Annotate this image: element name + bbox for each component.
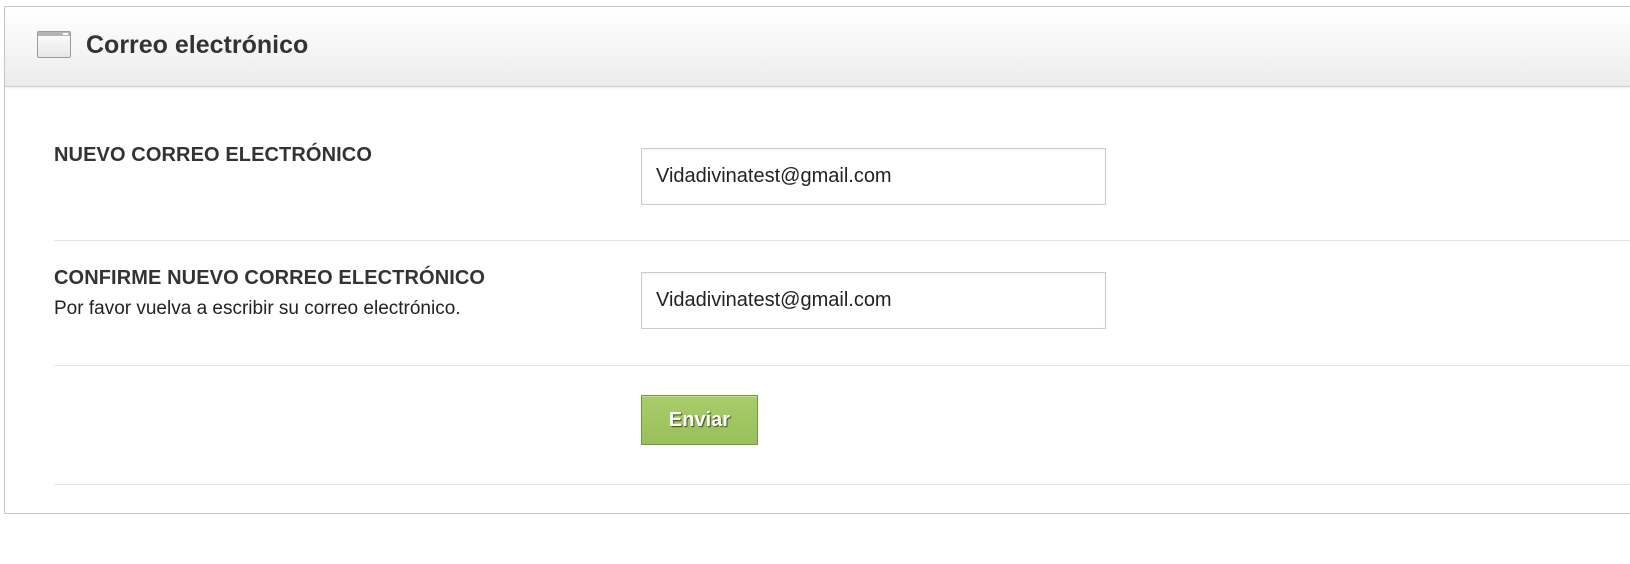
panel-header: Correo electrónico xyxy=(5,7,1630,87)
new-email-row: NUEVO CORREO ELECTRÓNICO xyxy=(54,87,1630,241)
window-icon xyxy=(37,31,71,58)
confirm-email-row: CONFIRME NUEVO CORREO ELECTRÓNICO Por fa… xyxy=(54,241,1630,366)
submit-row: Enviar xyxy=(54,366,1630,485)
confirm-email-help: Por favor vuelva a escribir su correo el… xyxy=(54,298,461,319)
confirm-email-label: CONFIRME NUEVO CORREO ELECTRÓNICO xyxy=(54,267,486,289)
new-email-input[interactable] xyxy=(641,148,1106,205)
new-email-label: NUEVO CORREO ELECTRÓNICO xyxy=(54,144,372,166)
email-settings-panel: Correo electrónico NUEVO CORREO ELECTRÓN… xyxy=(4,6,1630,514)
panel-title: Correo electrónico xyxy=(86,31,309,59)
confirm-email-input[interactable] xyxy=(641,272,1106,329)
submit-button[interactable]: Enviar xyxy=(641,395,758,445)
